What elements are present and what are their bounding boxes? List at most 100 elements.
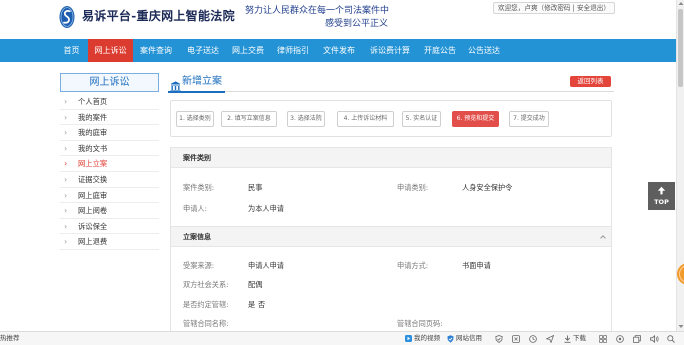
back-to-top-label: TOP <box>654 198 669 206</box>
sidebar-item-personal-home[interactable]: › 个人首页 <box>60 94 159 110</box>
scroll-down-icon[interactable] <box>678 324 684 329</box>
sidebar-item-label: 个人首页 <box>78 97 108 106</box>
welcome-text: 欢迎您，卢爽（ <box>498 4 545 12</box>
sidebar-item-label: 网上立案 <box>78 159 108 169</box>
speaker-icon[interactable] <box>650 335 659 343</box>
scroll-up-icon[interactable] <box>678 1 684 6</box>
sidebar-item-label: 我的庭审 <box>78 128 108 138</box>
relationship-value: 配偶 <box>248 280 263 289</box>
application-method-label: 申请方式: <box>397 261 429 270</box>
title-underline <box>168 91 225 93</box>
slogan-line-2: 感受到公平正义 <box>325 19 389 29</box>
chevron-right-icon: › <box>64 128 68 138</box>
back-to-list-button[interactable]: 返回列表 <box>570 76 611 87</box>
sidebar-item-litigation-preservation[interactable]: › 诉讼保全 <box>60 219 159 235</box>
user-info-box: 欢迎您，卢爽（修改密码 | 安全退出） <box>493 2 615 14</box>
sidebar-title: 网上诉讼 <box>60 73 159 92</box>
download-link[interactable]: 下载 <box>573 332 586 345</box>
browser-status-bar: 热推荐 我的视频 网站信用 下载 <box>0 331 684 345</box>
floating-service-icon[interactable] <box>676 262 684 286</box>
sidebar-item-label: 证据交换 <box>78 174 108 184</box>
case-source-value: 申请人申请 <box>248 261 284 270</box>
nav-item-hearing-notice[interactable]: 开庭公告 <box>421 39 459 62</box>
screenshot-icon[interactable] <box>512 335 520 343</box>
download-icon[interactable] <box>564 335 571 343</box>
logout-link[interactable]: 安全退出 <box>577 4 603 12</box>
nav-item-file-release[interactable]: 文件发布 <box>320 39 358 62</box>
step-upload-materials[interactable]: 4. 上传诉讼材料 <box>337 111 394 127</box>
sidebar-item-label: 诉讼保全 <box>78 221 108 231</box>
applicant-label: 申请人: <box>183 204 207 213</box>
scroll-thumb[interactable] <box>678 9 683 87</box>
nav-item-public-service[interactable]: 公告送达 <box>465 39 503 62</box>
site-credit-link[interactable]: 网站信用 <box>456 332 482 345</box>
application-method-value: 书面申请 <box>462 261 491 270</box>
grid-icon[interactable] <box>599 335 607 343</box>
preview-panel: 案件类别 案件类别: 民事 申请类别: 人身安全保护令 申请人: 为本人申请 立… <box>170 147 612 331</box>
nav-item-fee-calculator[interactable]: 诉讼费计算 <box>367 39 413 62</box>
sidebar-item-label: 我的案件 <box>78 112 108 122</box>
clock-icon[interactable] <box>529 335 537 343</box>
nav-item-online-litigation[interactable]: 网上诉讼 <box>88 39 133 62</box>
status-recommend-text[interactable]: 热推荐 <box>0 332 20 345</box>
credit-icon[interactable] <box>447 335 454 343</box>
form-row: 申请人: 为本人申请 <box>171 203 611 215</box>
back-to-top-button[interactable]: TOP <box>648 182 675 210</box>
jurisdiction-agreement-label: 是否约定管辖: <box>183 300 229 309</box>
sidebar-item-evidence-exchange[interactable]: › 证据交换 <box>60 172 159 188</box>
nav-item-home[interactable]: 首页 <box>60 39 83 62</box>
court-filing-page: 易诉平台-重庆网上智能法院 努力让人民群众在每一个司法案件中 感受到公平正义 欢… <box>0 0 684 345</box>
contract-name-label: 管辖合同名称: <box>183 319 229 328</box>
site-header: 易诉平台-重庆网上智能法院 努力让人民群众在每一个司法案件中 感受到公平正义 欢… <box>0 0 676 39</box>
contract-page-label: 管辖合同页码: <box>397 319 443 328</box>
window-icon[interactable] <box>633 335 641 343</box>
court-emblem-icon[interactable] <box>59 5 75 29</box>
sidebar-item-my-hearings[interactable]: › 我的庭审 <box>60 125 159 141</box>
sidebar-item-label: 网上庭审 <box>78 190 108 200</box>
nav-item-lawyer-guide[interactable]: 律师指引 <box>274 39 312 62</box>
chevron-right-icon: › <box>64 112 68 122</box>
change-password-link[interactable]: 修改密码 <box>544 4 570 12</box>
chevron-up-icon[interactable] <box>600 235 606 241</box>
step-fill-filing-info[interactable]: 2. 填写立案信息 <box>221 111 277 127</box>
nav-item-e-service[interactable]: 电子送达 <box>184 39 222 62</box>
page-title: 新增立案 <box>182 76 222 87</box>
filing-steps: 1. 选择类别 2. 填写立案信息 3. 选择法院 4. 上传诉讼材料 5. 实… <box>170 100 612 137</box>
section-header-case-category: 案件类别 <box>171 147 611 168</box>
send-icon[interactable] <box>546 335 554 343</box>
sidebar-item-online-filing[interactable]: › 网上立案 <box>60 156 159 172</box>
my-video-link[interactable]: 我的视频 <box>414 332 440 345</box>
chevron-right-icon: › <box>64 237 68 247</box>
chevron-right-icon: › <box>64 190 68 200</box>
sidebar-item-my-cases[interactable]: › 我的案件 <box>60 110 159 126</box>
step-submit-success[interactable]: 7. 提交成功 <box>509 111 549 127</box>
application-type-value: 人身安全保护令 <box>462 183 513 192</box>
nav-item-online-payment[interactable]: 网上交费 <box>229 39 267 62</box>
chevron-right-icon: › <box>64 97 68 106</box>
section-title: 立案信息 <box>183 233 211 241</box>
slogan-line-1: 努力让人民群众在每一个司法案件中 <box>245 6 390 16</box>
browser-icon[interactable] <box>616 335 624 343</box>
search-icon[interactable] <box>667 335 675 343</box>
video-icon[interactable] <box>405 335 412 342</box>
step-select-category[interactable]: 1. 选择类别 <box>176 111 214 127</box>
chevron-right-icon: › <box>64 143 68 153</box>
chevron-right-icon: › <box>64 174 68 184</box>
applicant-value: 为本人申请 <box>248 204 284 213</box>
sidebar-item-online-hearing[interactable]: › 网上庭审 <box>60 188 159 204</box>
sidebar-item-online-file-review[interactable]: › 网上阅卷 <box>60 203 159 219</box>
nav-item-case-query[interactable]: 案件查询 <box>137 39 175 62</box>
step-select-court[interactable]: 3. 选择法院 <box>287 111 325 127</box>
step-preview-submit[interactable]: 6. 预览和提交 <box>452 111 499 127</box>
chevron-right-icon: › <box>64 159 68 169</box>
shield-check-icon[interactable] <box>495 335 503 343</box>
sidebar-item-label: 网上退费 <box>78 237 108 247</box>
page-title-bar: 新增立案 <box>168 73 614 93</box>
chevron-right-icon: › <box>64 221 68 231</box>
sidebar-item-my-documents[interactable]: › 我的文书 <box>60 141 159 157</box>
sidebar-item-online-refund[interactable]: › 网上退费 <box>60 234 159 250</box>
form-row: 管辖合同名称: 管辖合同页码: <box>171 318 611 330</box>
site-title[interactable]: 易诉平台-重庆网上智能法院 <box>82 9 235 23</box>
jurisdiction-option-no: 否 <box>258 300 266 309</box>
step-real-name-auth[interactable]: 5. 实名认证 <box>402 111 441 127</box>
